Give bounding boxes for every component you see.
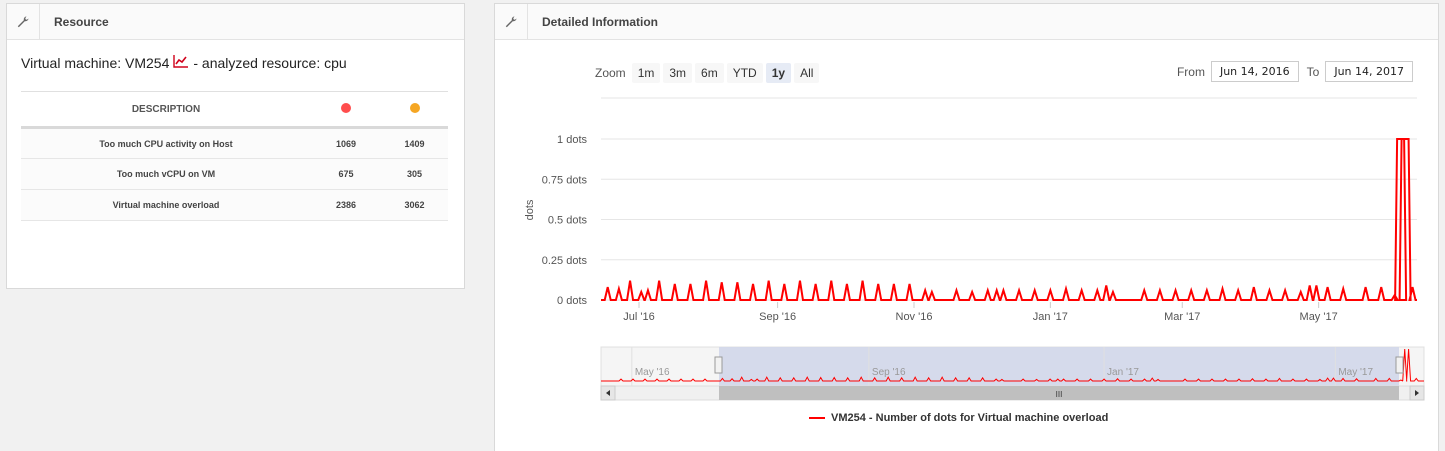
x-tick-label: Nov '16 (896, 311, 933, 323)
resource-panel: Resource Virtual machine: VM254 - analyz… (6, 3, 465, 289)
table-row: Too much vCPU on VM 675 305 (21, 158, 448, 190)
row-red-count: 675 (311, 158, 381, 190)
navigator-date-label: May '16 (635, 367, 670, 378)
vm-heading-prefix: Virtual machine: VM254 (21, 54, 170, 71)
details-panel-header: Detailed Information (495, 3, 1438, 40)
chart-legend[interactable]: VM254 - Number of dots for Virtual machi… (809, 412, 1108, 424)
red-column-header[interactable] (311, 91, 381, 129)
row-description: Too much vCPU on VM (21, 158, 311, 190)
panel-title: Detailed Information (542, 14, 659, 29)
panel-title: Resource (54, 14, 109, 29)
y-tick-label: 0.5 dots (548, 215, 588, 227)
scrollbar-grip-icon: III (1056, 390, 1063, 399)
x-tick-label: Jan '17 (1033, 311, 1068, 323)
x-tick-label: Mar '17 (1164, 311, 1200, 323)
navigator-date-label: Jan '17 (1107, 367, 1139, 378)
description-header[interactable]: DESCRIPTION (21, 91, 311, 129)
y-axis: 0 dots 0.25 dots 0.5 dots 0.75 dots 1 dots (542, 134, 588, 307)
chart-container: Zoom 1m 3m 6m YTD 1y All From Jun 14, 20… (509, 50, 1425, 446)
line-chart[interactable]: 0 dots 0.25 dots 0.5 dots 0.75 dots 1 dots d… (509, 50, 1425, 410)
chart-grid (601, 97, 1417, 301)
wrench-icon[interactable] (495, 3, 528, 40)
row-description: Virtual machine overload (21, 189, 311, 221)
navigator-date-label: May '17 (1338, 367, 1373, 378)
y-tick-label: 0 dots (557, 295, 587, 307)
x-tick-label: May '17 (1300, 311, 1338, 323)
row-orange-count: 305 (381, 158, 448, 190)
navigator-right-handle[interactable] (1395, 356, 1404, 374)
resource-panel-header: Resource (7, 3, 464, 40)
table-row: Virtual machine overload 2386 3062 (21, 189, 448, 221)
vm-heading: Virtual machine: VM254 - analyzed resour… (21, 54, 347, 71)
legend-label: VM254 - Number of dots for Virtual machi… (831, 412, 1109, 424)
x-tick-label: Jul '16 (623, 311, 654, 323)
y-axis-label: dots (524, 199, 536, 220)
vm-heading-suffix: - analyzed resource: cpu (193, 54, 347, 71)
orange-column-header[interactable] (381, 91, 448, 129)
details-panel: Detailed Information Zoom 1m 3m 6m YTD 1… (494, 3, 1439, 451)
navigator-date-label: Sep '16 (872, 367, 906, 378)
table-row: Too much CPU activity on Host 1069 1409 (21, 127, 448, 159)
y-tick-label: 1 dots (557, 134, 587, 146)
row-orange-count: 3062 (381, 189, 448, 221)
navigator-left-handle[interactable] (714, 356, 723, 374)
x-axis: Jul '16 Sep '16 Nov '16 Jan '17 Mar '17 May '… (623, 302, 1338, 323)
y-tick-label: 0.75 dots (542, 174, 588, 186)
row-orange-count: 1409 (381, 127, 448, 159)
x-tick-label: Sep '16 (759, 311, 796, 323)
navigator: May '16 Sep '16 Jan '17 May '17 III (600, 346, 1425, 401)
row-description: Too much CPU activity on Host (21, 127, 311, 159)
legend-swatch (809, 417, 825, 419)
trend-chart-icon[interactable] (173, 54, 189, 71)
row-red-count: 1069 (311, 127, 381, 159)
red-status-dot-icon (341, 102, 351, 113)
row-red-count: 2386 (311, 189, 381, 221)
wrench-icon[interactable] (7, 3, 40, 40)
orange-status-dot-icon (409, 102, 420, 113)
y-tick-label: 0.25 dots (542, 255, 588, 267)
resource-table: DESCRIPTION Too much CPU activity on Hos… (21, 91, 448, 221)
